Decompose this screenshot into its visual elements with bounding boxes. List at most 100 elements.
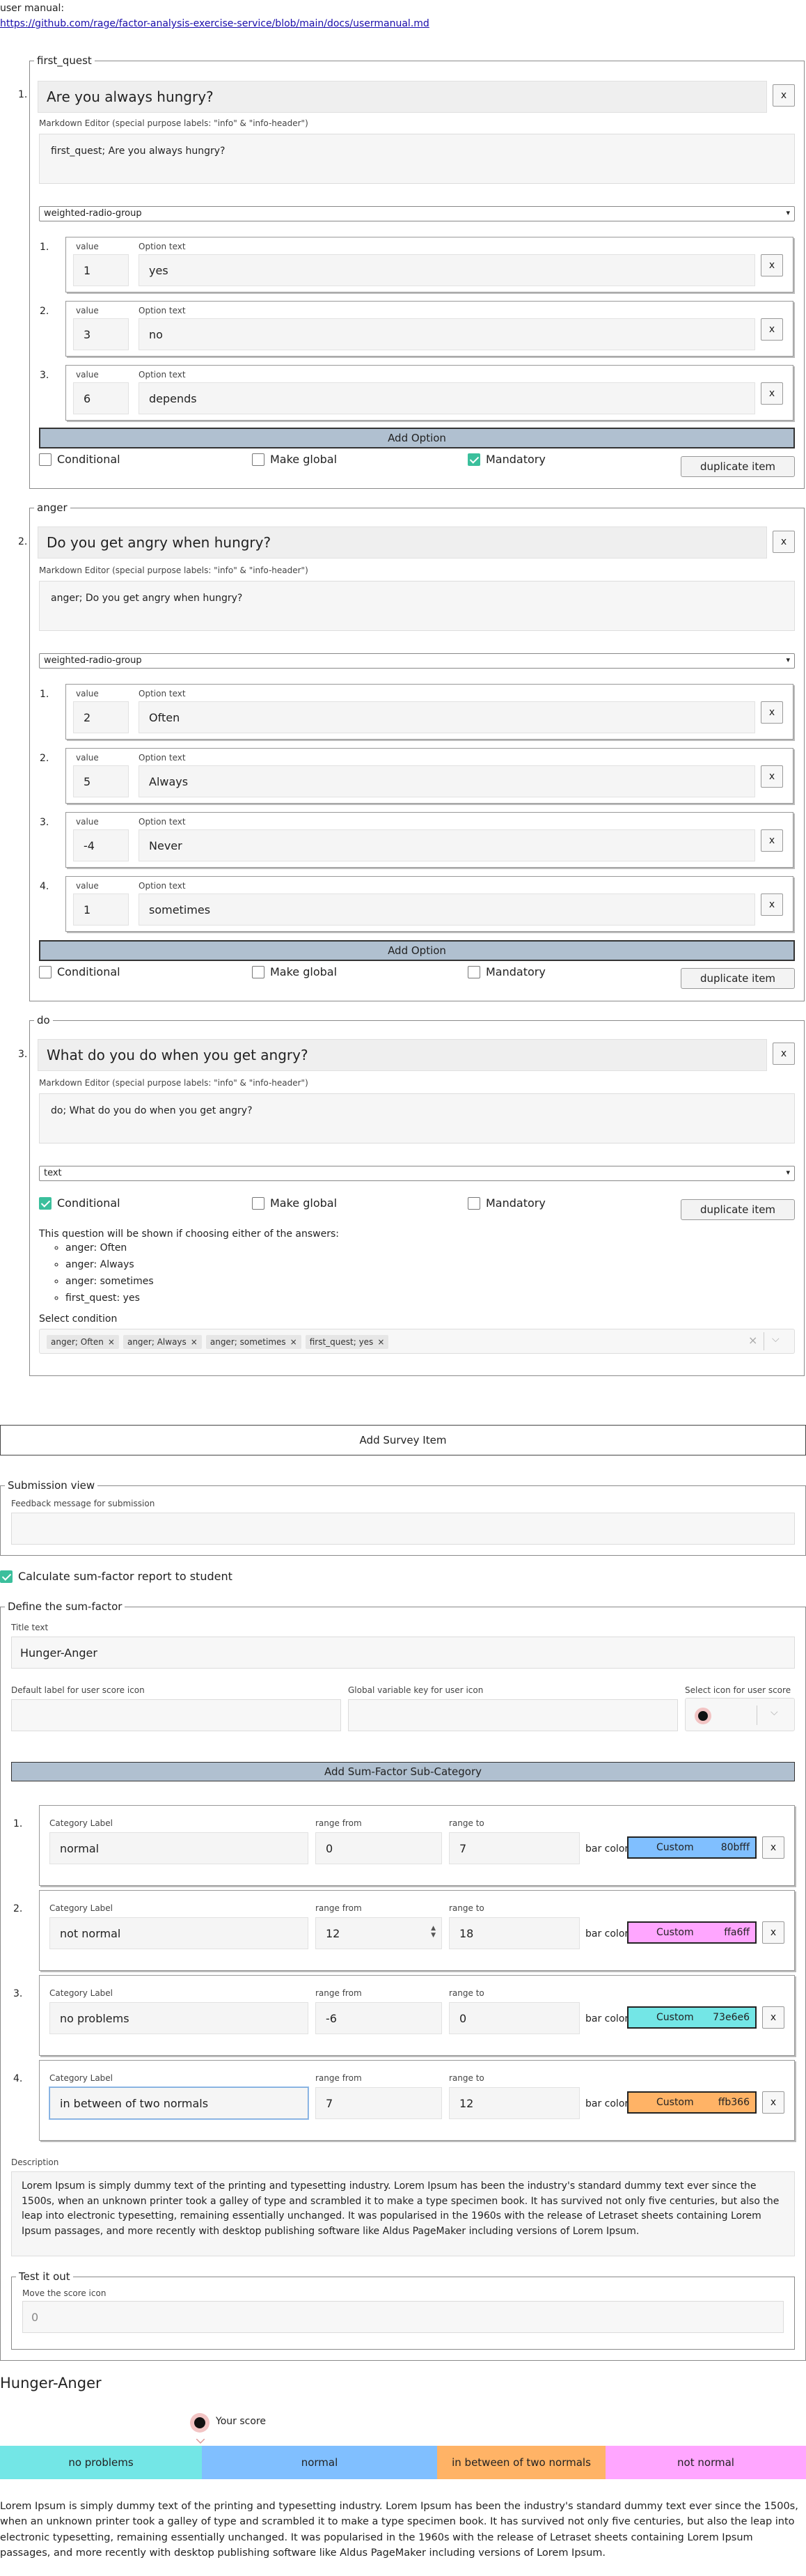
option-text-input[interactable]: Never: [139, 829, 755, 861]
remove-item-button[interactable]: x: [773, 531, 795, 553]
range-from-input[interactable]: 0: [315, 1832, 442, 1864]
feedback-input[interactable]: [11, 1513, 795, 1545]
global-key-label: Global variable key for user icon: [348, 1685, 484, 1695]
global-key-input[interactable]: [348, 1699, 678, 1731]
score-bar: no problems normal in between of two nor…: [0, 2446, 806, 2479]
remove-option-button[interactable]: x: [761, 893, 783, 916]
add-option-button[interactable]: Add Option: [39, 940, 795, 961]
bar-color-picker[interactable]: Custom 73e6e6: [627, 2006, 757, 2029]
make-global-checkbox[interactable]: Make global: [252, 1196, 337, 1210]
markdown-editor[interactable]: do; What do you do when you get angry?: [39, 1093, 795, 1143]
bar-color-picker[interactable]: Custom ffa6ff: [627, 1921, 757, 1944]
add-sub-category-button[interactable]: Add Sum-Factor Sub-Category: [11, 1762, 795, 1781]
item-title-input[interactable]: What do you do when you get angry?: [38, 1039, 767, 1071]
remove-sub-category-button[interactable]: x: [762, 2091, 784, 2114]
option-value-input[interactable]: 1: [73, 254, 129, 286]
option-value-input[interactable]: -4: [73, 829, 129, 861]
spinner-icon[interactable]: ▲ ▼: [431, 1925, 436, 1939]
range-from-input[interactable]: 12 ▲ ▼: [315, 1917, 442, 1949]
duplicate-item-button[interactable]: duplicate item: [681, 456, 795, 477]
add-survey-item-button[interactable]: Add Survey Item: [0, 1425, 806, 1455]
option-number: 3.: [40, 370, 49, 381]
item-type-select[interactable]: text ▾: [39, 1166, 795, 1181]
add-option-button[interactable]: Add Option: [39, 428, 795, 448]
remove-option-button[interactable]: x: [761, 254, 783, 276]
remove-option-button[interactable]: x: [761, 701, 783, 724]
range-from-input[interactable]: 7: [315, 2087, 442, 2119]
option-text-input[interactable]: Always: [139, 765, 755, 797]
remove-option-button[interactable]: x: [761, 382, 783, 405]
mandatory-checkbox[interactable]: Mandatory: [468, 965, 546, 978]
remove-item-button[interactable]: x: [773, 1043, 795, 1065]
checkbox-checked-icon: [0, 1570, 13, 1583]
option-number: 3.: [40, 817, 49, 828]
remove-item-button[interactable]: x: [773, 84, 795, 107]
conditional-checkbox[interactable]: Conditional: [39, 1196, 120, 1210]
category-label-input[interactable]: in between of two normals: [49, 2087, 308, 2119]
remove-tag-icon[interactable]: ×: [377, 1337, 384, 1347]
option-value-input[interactable]: 5: [73, 765, 129, 797]
item-type-select[interactable]: weighted-radio-group ▾: [39, 206, 795, 221]
conditional-checkbox[interactable]: Conditional: [39, 965, 120, 978]
mandatory-checkbox[interactable]: Mandatory: [468, 453, 546, 466]
sub-category-number: 4.: [13, 2073, 23, 2084]
bar-color-label: bar color: [585, 2098, 629, 2109]
option-text-input[interactable]: no: [139, 318, 755, 350]
option-text-input[interactable]: Often: [139, 701, 755, 733]
mandatory-checkbox[interactable]: Mandatory: [468, 1196, 546, 1210]
category-label-input[interactable]: normal: [49, 1832, 308, 1864]
default-label-input[interactable]: [11, 1699, 341, 1731]
select-condition-multiselect[interactable]: anger; Often × anger; Always × anger; someti…: [39, 1329, 795, 1354]
checkbox-label: Make global: [270, 453, 338, 466]
remove-option-button[interactable]: x: [761, 765, 783, 788]
range-to-label: range to: [449, 2073, 484, 2083]
range-to-input[interactable]: 18: [449, 1917, 580, 1949]
duplicate-item-button[interactable]: duplicate item: [681, 1199, 795, 1220]
option-text-input[interactable]: yes: [139, 254, 755, 286]
category-label-input[interactable]: not normal: [49, 1917, 308, 1949]
remove-sub-category-button[interactable]: x: [762, 1921, 784, 1944]
option-value-input[interactable]: 1: [73, 893, 129, 926]
description-textarea[interactable]: Lorem Ipsum is simply dummy text of the …: [11, 2171, 795, 2256]
option-value-input[interactable]: 2: [73, 701, 129, 733]
checkbox-label: Conditional: [57, 965, 120, 978]
item-title-input[interactable]: Are you always hungry?: [38, 81, 767, 113]
make-global-checkbox[interactable]: Make global: [252, 453, 337, 466]
range-to-input[interactable]: 7: [449, 1832, 580, 1864]
range-to-input[interactable]: 12: [449, 2087, 580, 2119]
item-title-input[interactable]: Do you get angry when hungry?: [38, 526, 767, 559]
option-text-input[interactable]: sometimes: [139, 893, 755, 926]
move-icon-input[interactable]: 0: [22, 2301, 784, 2333]
remove-tag-icon[interactable]: ×: [108, 1337, 115, 1347]
range-from-input[interactable]: -6: [315, 2002, 442, 2034]
chevron-down-icon[interactable]: ⌵: [772, 1334, 780, 1345]
remove-option-button[interactable]: x: [761, 829, 783, 852]
section-legend: Test it out: [19, 2270, 70, 2283]
user-manual-link[interactable]: https://github.com/rage/factor-analysis-…: [0, 18, 429, 29]
clear-icon[interactable]: ×: [748, 1334, 757, 1347]
remove-sub-category-button[interactable]: x: [762, 1836, 784, 1859]
icon-select[interactable]: ⌵: [685, 1698, 795, 1731]
bar-color-picker[interactable]: Custom 80bfff: [627, 1836, 757, 1859]
bar-color-picker[interactable]: Custom ffb366: [627, 2091, 757, 2114]
calculate-sum-factor-checkbox[interactable]: Calculate sum-factor report to student: [0, 1570, 232, 1583]
category-label-input[interactable]: no problems: [49, 2002, 308, 2034]
option-value-input[interactable]: 6: [73, 382, 129, 414]
make-global-checkbox[interactable]: Make global: [252, 965, 337, 978]
range-from-label: range from: [315, 1988, 362, 1998]
duplicate-item-button[interactable]: duplicate item: [681, 968, 795, 989]
remove-option-button[interactable]: x: [761, 318, 783, 341]
markdown-editor[interactable]: anger; Do you get angry when hungry?: [39, 581, 795, 631]
color-hex: ffb366: [718, 2097, 750, 2108]
option-value-input[interactable]: 3: [73, 318, 129, 350]
remove-tag-icon[interactable]: ×: [191, 1337, 198, 1347]
range-to-input[interactable]: 0: [449, 2002, 580, 2034]
markdown-editor[interactable]: first_quest; Are you always hungry?: [39, 134, 795, 184]
item-type-select[interactable]: weighted-radio-group ▾: [39, 653, 795, 669]
remove-sub-category-button[interactable]: x: [762, 2006, 784, 2029]
remove-tag-icon[interactable]: ×: [290, 1337, 297, 1347]
title-text-input[interactable]: Hunger-Anger: [11, 1637, 795, 1669]
range-from-label: range from: [315, 2073, 362, 2083]
option-text-input[interactable]: depends: [139, 382, 755, 414]
conditional-checkbox[interactable]: Conditional: [39, 453, 120, 466]
